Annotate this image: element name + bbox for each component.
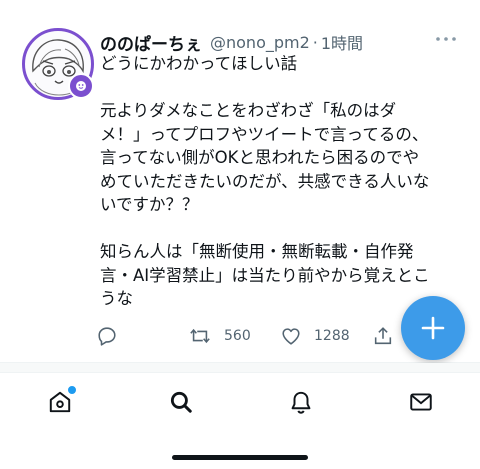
like-count: 1288 [314, 328, 350, 344]
share-icon [374, 327, 392, 345]
bottom-tab-bar [0, 372, 480, 431]
mail-icon [410, 393, 432, 411]
retweet-count: 560 [224, 328, 251, 344]
tab-home[interactable] [45, 385, 77, 417]
timestamp[interactable]: 1時間 [321, 30, 363, 54]
more-horizontal-icon[interactable] [434, 29, 458, 49]
compose-plus-icon [421, 316, 445, 340]
share-button[interactable] [372, 322, 394, 350]
home-indicator [172, 455, 308, 460]
avatar-badge [68, 73, 94, 99]
retweet-icon [190, 328, 210, 344]
timeline-divider [0, 363, 480, 372]
like-button[interactable]: 1288 [280, 322, 350, 350]
heart-icon [282, 328, 300, 345]
handle[interactable]: @nono_pm2 [210, 33, 310, 52]
tab-messages[interactable] [406, 387, 436, 417]
display-name[interactable]: ののぱーちぇ [100, 30, 202, 55]
retweet-button[interactable]: 560 [188, 322, 251, 350]
compose-button[interactable] [401, 296, 465, 360]
tab-search[interactable] [166, 387, 196, 417]
reply-icon [98, 327, 116, 346]
search-icon [170, 391, 192, 413]
bell-icon [291, 391, 311, 414]
tweet-text: どうにかわかってほしい話 元よりダメなことをわざわざ「私のはダメ！」ってプロフや… [100, 54, 430, 308]
separator: · [312, 32, 318, 52]
tweet-actions: 560 1288 [96, 322, 396, 350]
tab-notifications[interactable] [286, 387, 316, 417]
reply-button[interactable] [96, 322, 118, 350]
notification-dot [67, 385, 77, 395]
face-icon [76, 81, 86, 91]
